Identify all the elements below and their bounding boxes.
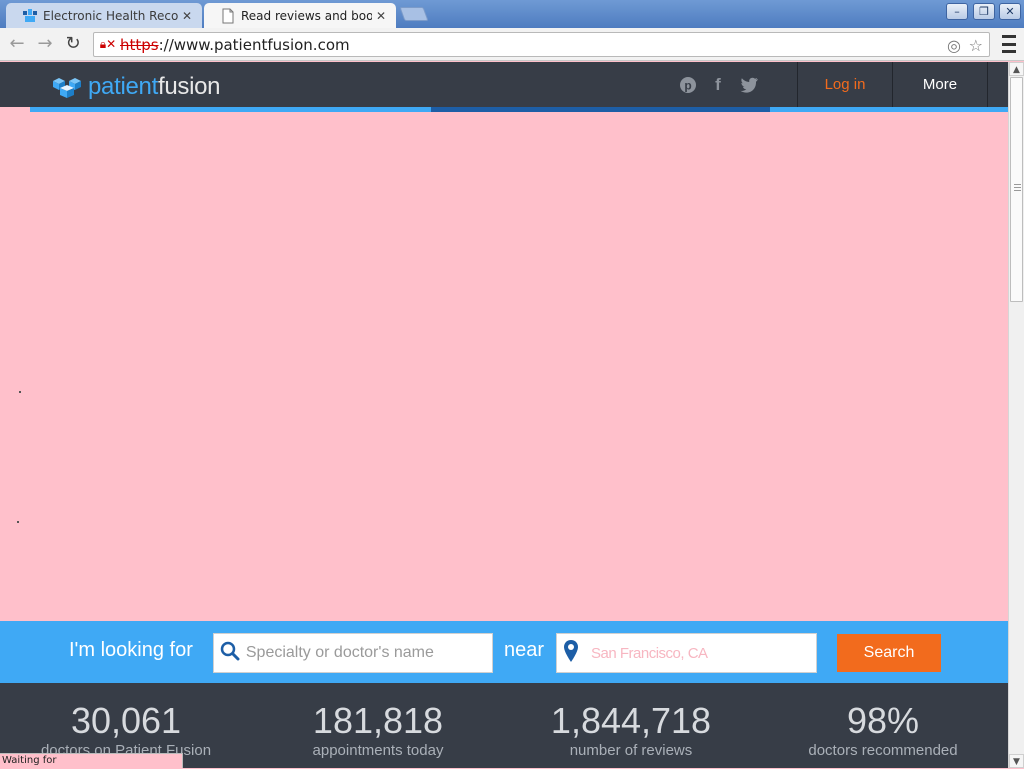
- more-menu[interactable]: More: [893, 62, 987, 107]
- new-tab-button[interactable]: [399, 7, 429, 21]
- image-artifact: [19, 391, 21, 393]
- search-icon: [214, 641, 246, 666]
- close-tab-icon[interactable]: ✕: [372, 9, 390, 23]
- logo-text-patient: patient: [88, 72, 158, 100]
- scroll-up-icon[interactable]: ▲: [1009, 62, 1024, 76]
- minimize-icon[interactable]: –: [946, 3, 968, 20]
- address-bar[interactable]: 🔒︎✕ https ://www.patientfusion.com ◎ ☆: [93, 32, 990, 57]
- location-field[interactable]: San Francisco, CA: [556, 633, 817, 673]
- forward-icon[interactable]: →: [34, 33, 56, 55]
- stat-doctors: 30,061 doctors on Patient Fusion: [26, 701, 226, 760]
- location-input[interactable]: San Francisco, CA: [591, 645, 708, 662]
- stat-caption: appointments today: [312, 742, 444, 759]
- near-label: near: [504, 639, 545, 661]
- close-tab-icon[interactable]: ✕: [178, 9, 196, 23]
- stat-value: 98%: [846, 700, 920, 741]
- reload-icon[interactable]: ↻: [62, 33, 84, 55]
- stat-caption: doctors recommended: [808, 742, 958, 759]
- stat-caption: number of reviews: [569, 742, 693, 759]
- stat-appointments: 181,818 appointments today: [278, 701, 478, 760]
- url-host: ://www.patientfusion.com: [158, 35, 350, 54]
- image-artifact: [17, 521, 19, 523]
- looking-for-label: I'm looking for: [69, 639, 193, 661]
- specialty-input[interactable]: [245, 644, 492, 662]
- bookmark-star-icon[interactable]: ☆: [969, 33, 983, 58]
- status-text: Waiting for: [2, 755, 57, 766]
- location-target-icon[interactable]: ◎: [947, 33, 961, 58]
- insecure-lock-icon[interactable]: 🔒︎✕: [98, 37, 118, 52]
- restore-icon[interactable]: ❐: [973, 3, 995, 20]
- pinterest-icon[interactable]: p: [677, 74, 699, 96]
- map-pin-icon: [557, 639, 585, 667]
- twitter-icon[interactable]: [738, 74, 760, 96]
- site-header: patient fusion p f Log in More: [0, 62, 1008, 107]
- tab-read-reviews[interactable]: Read reviews and book ✕: [204, 3, 396, 28]
- back-icon[interactable]: ←: [6, 33, 28, 55]
- browser-tab-bar: Electronic Health Recor ✕ Read reviews a…: [0, 0, 1024, 28]
- scroll-down-icon[interactable]: ▼: [1009, 754, 1024, 768]
- stat-value: 1,844,718: [550, 700, 712, 741]
- vertical-scrollbar[interactable]: ▲ ▼: [1008, 62, 1024, 768]
- tab-electronic-health-record[interactable]: Electronic Health Recor ✕: [6, 3, 202, 28]
- search-button[interactable]: Search: [837, 634, 941, 672]
- stat-recommended: 98% doctors recommended: [783, 701, 983, 760]
- logo-cubes-icon: [53, 77, 81, 98]
- tab-title: Read reviews and book: [241, 8, 372, 23]
- stat-value: 181,818: [312, 700, 444, 741]
- hero-image-placeholder: [0, 112, 1008, 621]
- patientfusion-logo[interactable]: patient fusion: [52, 72, 221, 100]
- facebook-icon[interactable]: f: [707, 74, 729, 96]
- logo-text-fusion: fusion: [157, 72, 221, 100]
- login-link[interactable]: Log in: [798, 62, 892, 107]
- tab-title: Electronic Health Recor: [43, 8, 178, 23]
- close-window-icon[interactable]: ✕: [999, 3, 1021, 20]
- doctor-search-bar: I'm looking for near San Francisco, CA S…: [0, 621, 1008, 683]
- scrollbar-thumb[interactable]: [1010, 77, 1023, 302]
- url-scheme: https: [120, 35, 159, 54]
- header-divider: [987, 62, 988, 107]
- status-bubble: Waiting for: [0, 753, 183, 768]
- svg-text:p: p: [684, 79, 691, 93]
- stat-value: 30,061: [70, 700, 182, 741]
- patientfusion-logo-icon: [23, 8, 37, 22]
- specialty-field[interactable]: [213, 633, 493, 673]
- chrome-menu-icon[interactable]: [1002, 35, 1016, 53]
- page-icon: [222, 8, 234, 23]
- stat-reviews: 1,844,718 number of reviews: [531, 701, 731, 760]
- browser-toolbar: ← → ↻ 🔒︎✕ https ://www.patientfusion.com…: [0, 28, 1024, 61]
